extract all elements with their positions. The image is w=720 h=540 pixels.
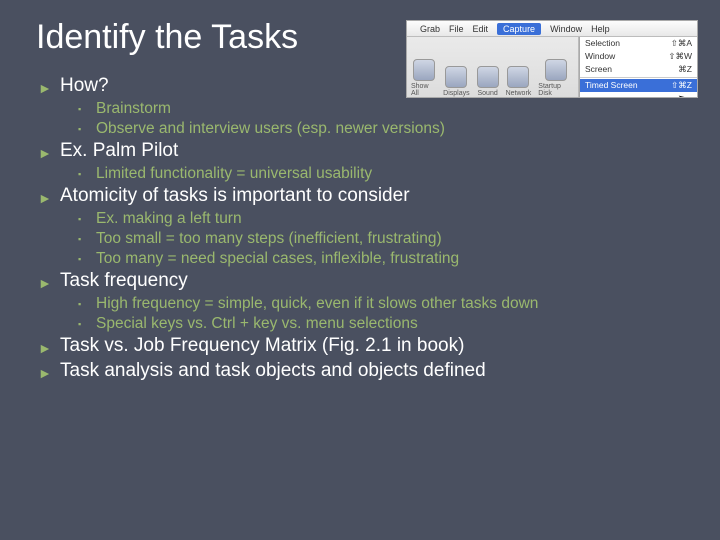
square-icon: ▪ — [78, 214, 96, 224]
toolbar-item: Displays — [443, 66, 469, 97]
toolbar-icon — [477, 66, 499, 88]
bullet-lvl2: ▪Too small = too many steps (inefficient… — [78, 230, 690, 248]
toolbar-label: Sound — [477, 90, 497, 97]
square-icon: ▪ — [78, 319, 96, 329]
bullet-lvl2: ▪Too many = need special cases, inflexib… — [78, 250, 690, 268]
bullet-lvl2: ▪Brainstorm — [78, 100, 690, 118]
mac-toolbar: Show All Displays Sound Network Startup … — [407, 37, 579, 98]
mac-menubar: Grab File Edit Capture Window Help — [407, 21, 697, 37]
triangle-icon: ► — [38, 145, 60, 161]
bullet-lvl1: ► Ex. Palm Pilot — [38, 140, 690, 162]
bullet-lvl2: ▪Observe and interview users (esp. newer… — [78, 120, 690, 138]
toolbar-label: Startup Disk — [538, 83, 574, 97]
square-icon: ▪ — [78, 104, 96, 114]
dropdown-separator — [580, 77, 697, 78]
toolbar-item: Show All — [411, 59, 436, 97]
square-icon: ▪ — [78, 234, 96, 244]
bullet-lvl2: ▪High frequency = simple, quick, even if… — [78, 295, 690, 313]
menu-window: Window — [550, 24, 582, 34]
bullet-text: Limited functionality = universal usabil… — [96, 165, 372, 183]
bullet-text: Task analysis and task objects and objec… — [60, 360, 486, 382]
bullet-text: Task frequency — [60, 270, 188, 292]
bullet-lvl1: ► Task frequency — [38, 270, 690, 292]
mac-screenshot: Grab File Edit Capture Window Help Show … — [406, 20, 698, 98]
dropdown-key: ⇧⌘W — [668, 51, 692, 62]
toolbar-label: Displays — [443, 90, 469, 97]
dropdown-label: Selection — [585, 38, 620, 49]
bullet-text: How? — [60, 75, 109, 97]
toolbar-icon — [445, 66, 467, 88]
triangle-icon: ► — [38, 190, 60, 206]
bullet-text: Special keys vs. Ctrl + key vs. menu sel… — [96, 315, 418, 333]
dropdown-item-selected: Timed Screen ⇧⌘Z — [580, 79, 697, 92]
dropdown-item: Selection ⇧⌘A — [580, 37, 697, 50]
toolbar-label: Show All — [411, 83, 436, 97]
dropdown-key: ⇧⌘A — [671, 38, 692, 49]
content: ► How? ▪Brainstorm ▪Observe and intervie… — [38, 75, 690, 382]
dropdown-key: ⇧⌘Z — [671, 80, 692, 91]
triangle-icon: ► — [38, 275, 60, 291]
bullet-text: Observe and interview users (esp. newer … — [96, 120, 445, 138]
bullet-text: Too small = too many steps (inefficient,… — [96, 230, 442, 248]
toolbar-icon — [507, 66, 529, 88]
dropdown-key: ⌘Z — [678, 64, 692, 75]
square-icon: ▪ — [78, 124, 96, 134]
bullet-lvl1: ► Task vs. Job Frequency Matrix (Fig. 2.… — [38, 335, 690, 357]
menu-edit: Edit — [473, 24, 489, 34]
dropdown-label: Screen — [585, 64, 612, 75]
menu-file: File — [449, 24, 464, 34]
toolbar-item: Sound — [477, 66, 499, 97]
square-icon: ▪ — [78, 254, 96, 264]
bullet-text: Brainstorm — [96, 100, 171, 118]
toolbar-icon — [545, 59, 567, 81]
bullet-text: Ex. making a left turn — [96, 210, 242, 228]
capture-dropdown: Selection ⇧⌘A Window ⇧⌘W Screen ⌘Z Timed Sc… — [579, 37, 697, 98]
triangle-icon: ► — [38, 365, 60, 381]
square-icon: ▪ — [78, 299, 96, 309]
triangle-icon: ► — [38, 340, 60, 356]
toolbar-item: Network — [506, 66, 532, 97]
toolbar-item: Startup Disk — [538, 59, 574, 97]
bullet-text: Ex. Palm Pilot — [60, 140, 178, 162]
bullet-text: High frequency = simple, quick, even if … — [96, 295, 538, 313]
dropdown-label: Timed Screen — [585, 80, 638, 91]
bullet-lvl1: ► Task analysis and task objects and obj… — [38, 360, 690, 382]
bullet-lvl2: ▪Special keys vs. Ctrl + key vs. menu se… — [78, 315, 690, 333]
square-icon: ▪ — [78, 169, 96, 179]
menu-grab: Grab — [420, 24, 440, 34]
bullet-text: Atomicity of tasks is important to consi… — [60, 185, 410, 207]
slide: Identify the Tasks Grab File Edit Captur… — [0, 0, 720, 540]
triangle-icon: ► — [38, 80, 60, 96]
dropdown-label: Window — [585, 51, 615, 62]
dropdown-item: Window ⇧⌘W — [580, 50, 697, 63]
toolbar-icon — [413, 59, 435, 81]
menu-help: Help — [591, 24, 610, 34]
bullet-text: Task vs. Job Frequency Matrix (Fig. 2.1 … — [60, 335, 464, 357]
toolbar-label: Network — [506, 90, 532, 97]
bullet-text: Too many = need special cases, inflexibl… — [96, 250, 459, 268]
dropdown-item: Screen ⌘Z — [580, 63, 697, 76]
bullet-lvl2: ▪Ex. making a left turn — [78, 210, 690, 228]
bullet-lvl1: ► Atomicity of tasks is important to con… — [38, 185, 690, 207]
mac-body: Show All Displays Sound Network Startup … — [407, 37, 697, 98]
menu-capture: Capture — [497, 23, 541, 35]
bullet-lvl2: ▪Limited functionality = universal usabi… — [78, 165, 690, 183]
